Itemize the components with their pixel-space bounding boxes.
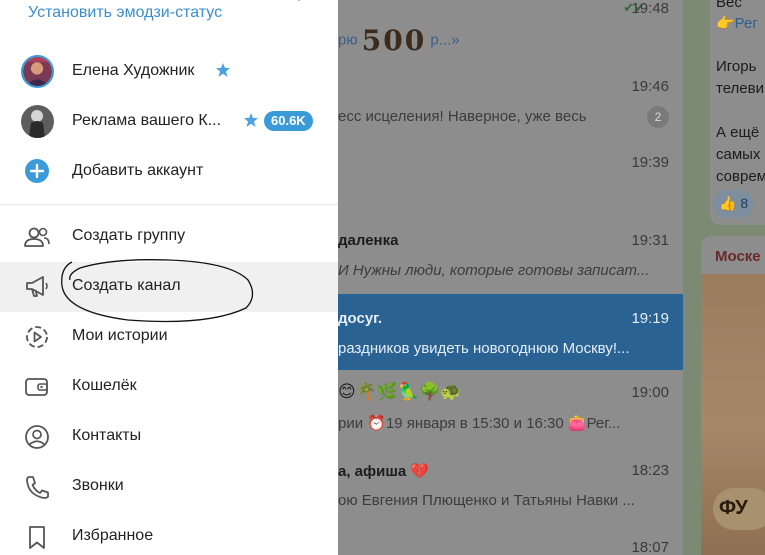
menu-item-label: Звонки — [72, 477, 124, 494]
reaction-chip[interactable]: 👍 8 — [713, 190, 753, 218]
menu-item-label: Кошелёк — [72, 377, 137, 394]
chat-name: 😊🌴🌿🦜🌳🐢 — [338, 382, 462, 401]
side-menu-drawer: Установить эмодзи-статус Елена Художник — [0, 0, 338, 555]
avatar — [21, 105, 54, 138]
premium-star-icon — [216, 63, 230, 77]
menu-item-wallet[interactable]: Кошелёк — [0, 362, 338, 412]
chat-preview: ою Евгения Плющенко и Татьяны Навки ... — [338, 492, 635, 509]
account-item-ads[interactable]: Реклама вашего К... 60.6K — [0, 98, 338, 146]
menu-item-saved[interactable]: Избранное — [0, 512, 338, 555]
chat-list: ✔✔ 19:48 рю 500 р...» 19:46 есс исцелени… — [338, 0, 683, 555]
set-emoji-status-link[interactable]: Установить эмодзи-статус — [28, 4, 222, 22]
reaction-count: 8 — [740, 195, 749, 211]
avatar — [21, 55, 54, 88]
menu-item-label: Создать канал — [72, 277, 181, 294]
people-icon — [24, 227, 50, 247]
account-name: Реклама вашего К... — [72, 112, 222, 129]
megaphone-icon — [26, 276, 48, 297]
add-account-label: Добавить аккаунт — [72, 162, 204, 179]
post-title: Моске — [715, 248, 761, 265]
menu-item-calls[interactable]: Звонки — [0, 462, 338, 512]
thumbs-up-icon: 👍 — [719, 195, 737, 211]
account-name: Елена Художник — [72, 62, 195, 79]
post-image-sign: ФУ — [713, 488, 765, 530]
promo-preview: рю 500 р...» — [338, 24, 460, 57]
chat-row-active[interactable]: досуг. 19:19 раздников увидеть новогодню… — [338, 294, 683, 370]
contact-icon — [25, 425, 49, 449]
menu-item-label: Мои истории — [72, 327, 168, 344]
bookmark-icon — [29, 526, 45, 549]
chat-name: даленка — [338, 232, 399, 249]
premium-star-icon — [244, 113, 258, 127]
divider — [0, 204, 338, 205]
menu-item-contacts[interactable]: Контакты — [0, 412, 338, 462]
wallet-icon — [25, 378, 48, 396]
phone-icon — [26, 476, 49, 499]
chat-name: досуг. — [338, 310, 383, 327]
menu-item-label: Контакты — [72, 427, 142, 444]
menu-item-label: Избранное — [72, 527, 154, 544]
add-account-button[interactable]: Добавить аккаунт — [0, 148, 338, 196]
menu-item-create-channel[interactable]: Создать канал — [0, 262, 338, 312]
plus-icon — [25, 159, 49, 183]
menu-item-my-stories[interactable]: Мои истории — [0, 312, 338, 362]
chat-preview: есс исцеления! Наверное, уже весь — [338, 108, 587, 125]
account-item-elena[interactable]: Елена Художник — [0, 48, 338, 96]
unread-count-badge: 60.6K — [264, 111, 313, 131]
unread-badge: 2 — [647, 106, 669, 128]
chat-name: а, афиша 💔 — [338, 463, 430, 480]
menu-item-create-group[interactable]: Создать группу — [0, 212, 338, 262]
chat-preview: рии ⏰19 января в 15:30 и 16:30 👛Рег... — [338, 415, 621, 432]
chat-preview: раздников увидеть новогоднюю Москву!... — [338, 340, 630, 357]
menu-item-label: Создать группу — [72, 227, 186, 244]
stories-icon — [26, 326, 48, 348]
chat-time: 19:48 — [631, 0, 669, 17]
conversation-pane: Вес 👉Рег Игорь телеви А ещё самых соврем… — [683, 0, 765, 555]
chat-preview: И Нужны люди, которые готовы записат... — [338, 262, 650, 279]
close-icon[interactable] — [288, 0, 312, 8]
